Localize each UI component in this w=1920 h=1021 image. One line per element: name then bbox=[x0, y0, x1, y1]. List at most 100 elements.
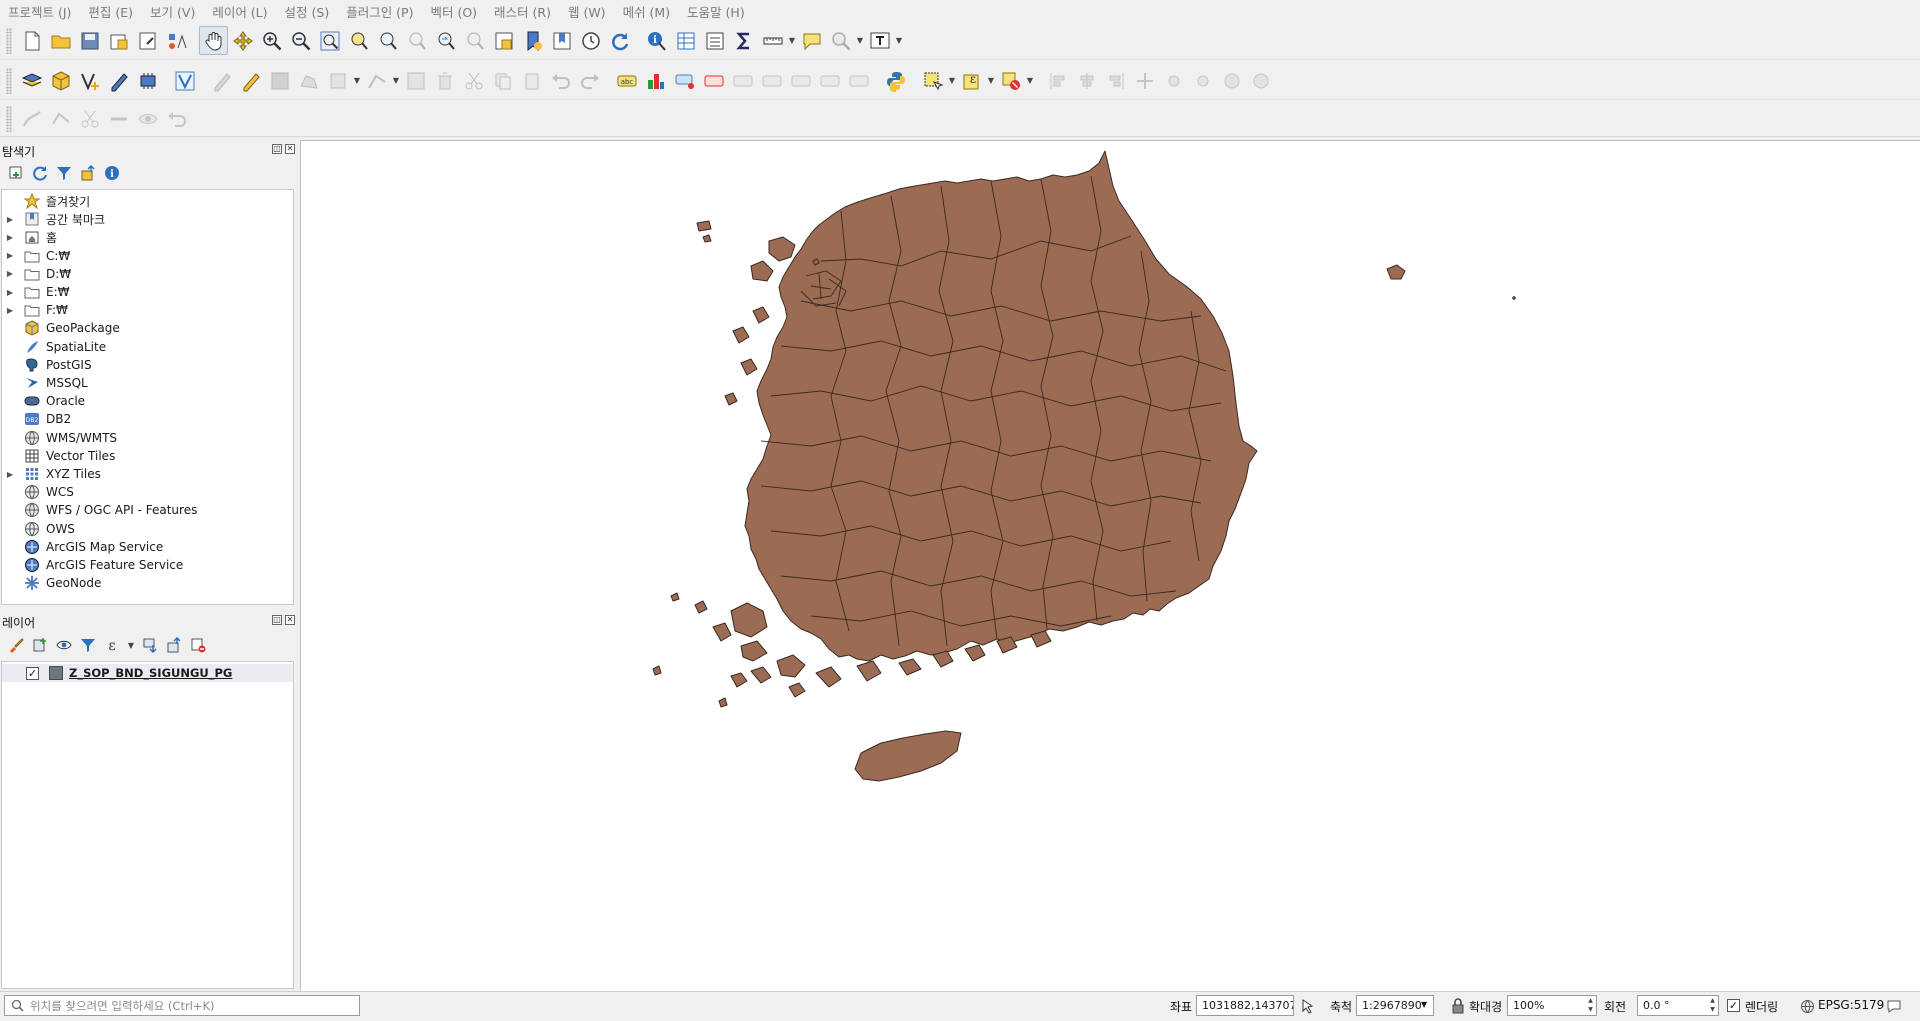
attribute-table-button[interactable] bbox=[671, 26, 700, 55]
browser-item[interactable]: Vector Tiles bbox=[2, 447, 115, 465]
align-right-button[interactable] bbox=[1101, 66, 1130, 95]
browser-item[interactable]: WFS / OGC API - Features bbox=[2, 501, 197, 519]
filter-legend-button[interactable] bbox=[78, 635, 98, 655]
browser-item[interactable]: DB2 DB2 bbox=[2, 410, 71, 428]
save-edits-button[interactable] bbox=[265, 66, 294, 95]
browser-item[interactable]: GeoPackage bbox=[2, 319, 120, 337]
refresh-button[interactable] bbox=[605, 26, 634, 55]
crs-button[interactable] bbox=[1800, 999, 1815, 1017]
browser-item[interactable]: ▶ XYZ Tiles bbox=[2, 465, 101, 483]
menu-item[interactable]: 도움말 (H) bbox=[687, 2, 745, 21]
select-dropdown-arrow[interactable]: ▼ bbox=[947, 76, 957, 85]
pan-to-selection-button[interactable] bbox=[228, 26, 257, 55]
browser-item[interactable]: ▶ D:₩ bbox=[2, 265, 71, 283]
rotate-features-button[interactable] bbox=[133, 104, 162, 133]
open-layer-styling-button[interactable] bbox=[6, 635, 26, 655]
copy-features-button[interactable] bbox=[488, 66, 517, 95]
magnifier-spinner[interactable]: ▲ ▼ bbox=[1585, 996, 1596, 1015]
browser-item[interactable]: SpatiaLite bbox=[2, 338, 106, 356]
remove-layer-button[interactable] bbox=[188, 635, 208, 655]
menu-item[interactable]: 벡터 (O) bbox=[430, 2, 477, 21]
reverse-line-button[interactable] bbox=[162, 104, 191, 133]
digitizing-tool-1-button[interactable] bbox=[17, 104, 46, 133]
browser-item[interactable]: ▶ C:₩ bbox=[2, 247, 70, 265]
manage-map-themes-button[interactable] bbox=[54, 635, 74, 655]
digitize-button[interactable] bbox=[323, 66, 352, 95]
globe-tool-1-button[interactable] bbox=[1217, 66, 1246, 95]
browser-item[interactable]: ArcGIS Map Service bbox=[2, 538, 163, 556]
distribute-button[interactable] bbox=[1130, 66, 1159, 95]
add-selected-layers-button[interactable] bbox=[6, 163, 26, 183]
digitize-dropdown-arrow[interactable]: ▼ bbox=[352, 76, 362, 85]
menu-item[interactable]: 메쉬 (M) bbox=[623, 2, 671, 21]
align-center-button[interactable] bbox=[1072, 66, 1101, 95]
zoom-to-selection-button[interactable] bbox=[344, 26, 373, 55]
menu-item[interactable]: 편집 (E) bbox=[88, 2, 133, 21]
browser-item[interactable]: PostGIS bbox=[2, 356, 92, 374]
select-by-expression-button[interactable]: ε bbox=[957, 66, 986, 95]
move-diagram-button[interactable] bbox=[815, 66, 844, 95]
paste-features-button[interactable] bbox=[517, 66, 546, 95]
close-panel-button[interactable]: ✕ bbox=[285, 144, 295, 154]
new-geopackage-button[interactable] bbox=[46, 66, 75, 95]
add-vector-layer-button[interactable] bbox=[170, 66, 199, 95]
temporal-controller-button[interactable] bbox=[576, 26, 605, 55]
float-panel-button[interactable]: ◫ bbox=[272, 615, 282, 625]
browser-item[interactable]: GeoNode bbox=[2, 574, 101, 592]
zoom-to-layer-button[interactable] bbox=[373, 26, 402, 55]
deselect-features-button[interactable] bbox=[996, 66, 1025, 95]
zoom-next-button[interactable] bbox=[460, 26, 489, 55]
data-source-manager-button[interactable] bbox=[17, 66, 46, 95]
expand-arrow-icon[interactable]: ▶ bbox=[2, 470, 18, 479]
zoom-full-button[interactable] bbox=[315, 26, 344, 55]
browser-item[interactable]: 즐겨찾기 bbox=[2, 192, 90, 210]
current-edits-button[interactable] bbox=[207, 66, 236, 95]
new-map-view-button[interactable] bbox=[489, 26, 518, 55]
close-panel-button[interactable]: ✕ bbox=[285, 615, 295, 625]
toggle-extent-button[interactable] bbox=[1300, 998, 1316, 1017]
browser-item[interactable]: WCS bbox=[2, 483, 74, 501]
map-tips-button[interactable] bbox=[797, 26, 826, 55]
refresh-browser-button[interactable] bbox=[30, 163, 50, 183]
map-canvas[interactable] bbox=[300, 140, 1920, 991]
locator-search-input[interactable]: 위치를 찾으려면 입력하세요 (Ctrl+K) bbox=[4, 995, 360, 1016]
layer-visibility-checkbox[interactable]: ✓ bbox=[26, 666, 39, 680]
expand-all-button[interactable] bbox=[140, 635, 160, 655]
browser-item[interactable]: Oracle bbox=[2, 392, 85, 410]
save-as-button[interactable] bbox=[104, 26, 133, 55]
zoom-out-button[interactable] bbox=[286, 26, 315, 55]
vertex-dropdown-arrow[interactable]: ▼ bbox=[391, 76, 401, 85]
scale-dropdown-arrow[interactable]: ▼ bbox=[1421, 1000, 1427, 1009]
menu-item[interactable]: 플러그인 (P) bbox=[346, 2, 413, 21]
browser-item[interactable]: ▶ F:₩ bbox=[2, 301, 68, 319]
print-layout-button[interactable] bbox=[133, 26, 162, 55]
toolbar-handle[interactable] bbox=[6, 105, 12, 132]
merge-features-button[interactable] bbox=[104, 104, 133, 133]
add-feature-button[interactable] bbox=[294, 66, 323, 95]
menu-item[interactable]: 웹 (W) bbox=[568, 2, 606, 21]
measure-button[interactable] bbox=[758, 26, 787, 55]
style-manager-button[interactable] bbox=[162, 26, 191, 55]
delete-selected-button[interactable] bbox=[430, 66, 459, 95]
zoom-native-resolution-button[interactable] bbox=[402, 26, 431, 55]
browser-item[interactable]: MSSQL bbox=[2, 374, 88, 392]
move-label-button[interactable] bbox=[728, 66, 757, 95]
menu-item[interactable]: 프로젝트 (J) bbox=[8, 2, 71, 21]
open-project-button[interactable] bbox=[46, 26, 75, 55]
browser-item[interactable]: ▶ 홈 bbox=[2, 228, 57, 246]
label-toolbar-button[interactable]: abc bbox=[612, 66, 641, 95]
show-bookmarks-button[interactable] bbox=[547, 26, 576, 55]
rotation-spinner[interactable]: ▲ ▼ bbox=[1707, 996, 1718, 1015]
messages-button[interactable] bbox=[1886, 998, 1902, 1017]
modify-attributes-button[interactable] bbox=[401, 66, 430, 95]
new-bookmark-button[interactable] bbox=[518, 26, 547, 55]
rotate-label-button[interactable] bbox=[757, 66, 786, 95]
browser-item[interactable]: ▶ E:₩ bbox=[2, 283, 70, 301]
show-hide-labels-button[interactable] bbox=[699, 66, 728, 95]
layer-row[interactable]: ✓ Z_SOP_BND_SIGUNGU_PG bbox=[2, 664, 293, 682]
save-project-button[interactable] bbox=[75, 26, 104, 55]
statistics-button[interactable] bbox=[729, 26, 758, 55]
lock-scale-button[interactable] bbox=[1451, 998, 1465, 1017]
new-project-button[interactable] bbox=[17, 26, 46, 55]
magnifier-field[interactable]: 100% ▲ ▼ bbox=[1507, 995, 1597, 1016]
